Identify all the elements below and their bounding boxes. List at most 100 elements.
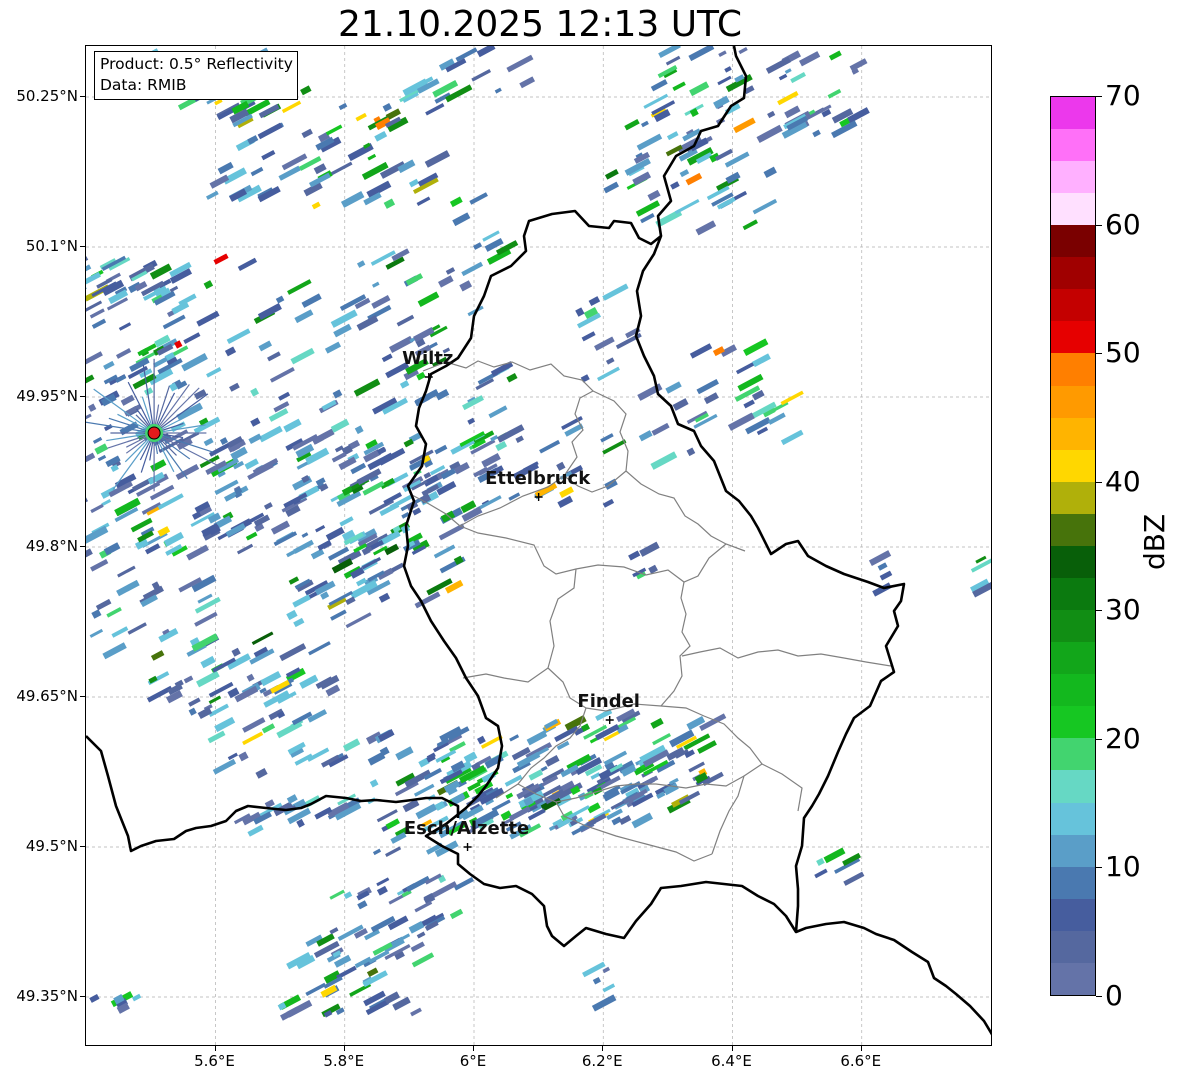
radar-echo bbox=[658, 46, 681, 58]
radar-echo bbox=[602, 983, 616, 993]
colorbar-band bbox=[1051, 353, 1095, 386]
radar-echo bbox=[213, 253, 229, 265]
radar-echo bbox=[581, 331, 596, 342]
radar-echo bbox=[651, 422, 670, 436]
radar-echo bbox=[308, 641, 331, 656]
radar-echo bbox=[227, 752, 238, 761]
radar-echo bbox=[95, 598, 112, 611]
radar-echo bbox=[410, 941, 425, 953]
radar-echo bbox=[330, 609, 347, 621]
radar-echo bbox=[449, 196, 463, 208]
radar-echo bbox=[472, 242, 483, 250]
radar-echo bbox=[313, 163, 327, 175]
radar-echo bbox=[743, 399, 755, 409]
radar-echo bbox=[334, 445, 344, 453]
radar-echo bbox=[287, 279, 312, 295]
radar-echo bbox=[267, 351, 281, 362]
radar-echo bbox=[385, 818, 400, 830]
radar-echo bbox=[435, 388, 450, 401]
radar-echo bbox=[780, 390, 804, 406]
radar-echo bbox=[814, 868, 828, 879]
radar-echo-layer bbox=[86, 46, 991, 1021]
lat-tick-label: 49.35°N bbox=[16, 987, 78, 1005]
radar-echo bbox=[86, 496, 89, 506]
radar-echo bbox=[354, 425, 364, 435]
radar-echo bbox=[491, 799, 511, 812]
radar-map-canvas[interactable] bbox=[86, 46, 992, 1046]
radar-echo bbox=[459, 280, 473, 292]
radar-echo bbox=[413, 783, 435, 797]
colorbar-band bbox=[1051, 962, 1095, 995]
colorbar-tick bbox=[1096, 738, 1102, 740]
radar-echo bbox=[652, 733, 672, 746]
country-borders bbox=[86, 46, 991, 1036]
radar-echo bbox=[238, 751, 249, 762]
radar-site-icon[interactable] bbox=[147, 426, 161, 440]
radar-echo bbox=[476, 735, 486, 745]
radar-echo bbox=[103, 542, 121, 556]
radar-echo bbox=[415, 803, 438, 820]
radar-map[interactable] bbox=[85, 45, 992, 1046]
canton-boundary bbox=[761, 763, 803, 812]
radar-echo bbox=[245, 531, 258, 541]
radar-echo bbox=[356, 315, 379, 331]
product-label: Product: 0.5° Reflectivity bbox=[100, 55, 293, 73]
radar-echo bbox=[92, 436, 103, 444]
radar-echo bbox=[212, 758, 237, 775]
radar-echo bbox=[372, 848, 382, 856]
radar-echo bbox=[582, 961, 606, 978]
canton-boundary bbox=[547, 568, 587, 709]
radar-echo bbox=[103, 360, 115, 370]
radar-echo bbox=[650, 451, 678, 470]
radar-echo bbox=[371, 281, 380, 288]
radar-echo bbox=[539, 439, 561, 454]
radar-echo bbox=[242, 731, 264, 746]
radar-echo bbox=[203, 280, 214, 290]
radar-echo bbox=[718, 50, 727, 57]
radar-echo bbox=[376, 877, 390, 887]
city-label: Findel bbox=[577, 691, 640, 712]
colorbar-tick-label: 40 bbox=[1105, 464, 1141, 498]
radar-echo bbox=[87, 403, 97, 412]
radar-echo bbox=[433, 544, 456, 559]
radar-echo bbox=[632, 171, 652, 186]
lat-tick bbox=[80, 96, 85, 97]
radar-echo bbox=[340, 191, 365, 208]
radar-echo bbox=[408, 920, 425, 934]
radar-echo bbox=[283, 418, 302, 433]
radar-clutter-ray bbox=[93, 388, 155, 434]
radar-echo bbox=[469, 192, 488, 205]
radar-echo bbox=[296, 818, 305, 828]
radar-echo bbox=[102, 642, 127, 660]
radar-echo bbox=[214, 716, 236, 733]
radar-echo bbox=[689, 343, 713, 359]
radar-echo bbox=[150, 459, 167, 472]
colorbar-band bbox=[1051, 321, 1095, 354]
radar-echo bbox=[250, 417, 261, 427]
lon-tick-label: 5.8°E bbox=[323, 1052, 365, 1070]
colorbar-tick-label: 50 bbox=[1105, 336, 1141, 370]
radar-echo bbox=[258, 425, 283, 443]
city-label: Wiltz bbox=[402, 348, 454, 369]
radar-echo bbox=[315, 524, 326, 533]
radar-echo bbox=[106, 607, 122, 618]
radar-echo bbox=[767, 110, 776, 119]
radar-echo bbox=[557, 495, 574, 509]
radar-echo bbox=[206, 367, 222, 378]
radar-echo bbox=[237, 257, 258, 271]
canton-boundary bbox=[681, 647, 892, 667]
city-label: Ettelbruck bbox=[485, 468, 591, 489]
colorbar-band bbox=[1051, 706, 1095, 739]
radar-echo bbox=[580, 374, 590, 383]
radar-echo bbox=[292, 594, 311, 608]
radar-echo bbox=[257, 122, 283, 140]
radar-echo bbox=[236, 543, 254, 555]
radar-echo bbox=[286, 794, 298, 804]
lat-tick bbox=[80, 696, 85, 697]
radar-echo bbox=[635, 200, 661, 217]
radar-echo bbox=[628, 550, 641, 561]
radar-echo bbox=[116, 579, 140, 597]
radar-echo bbox=[339, 516, 354, 527]
radar-echo bbox=[124, 404, 142, 417]
radar-echo bbox=[270, 520, 291, 535]
